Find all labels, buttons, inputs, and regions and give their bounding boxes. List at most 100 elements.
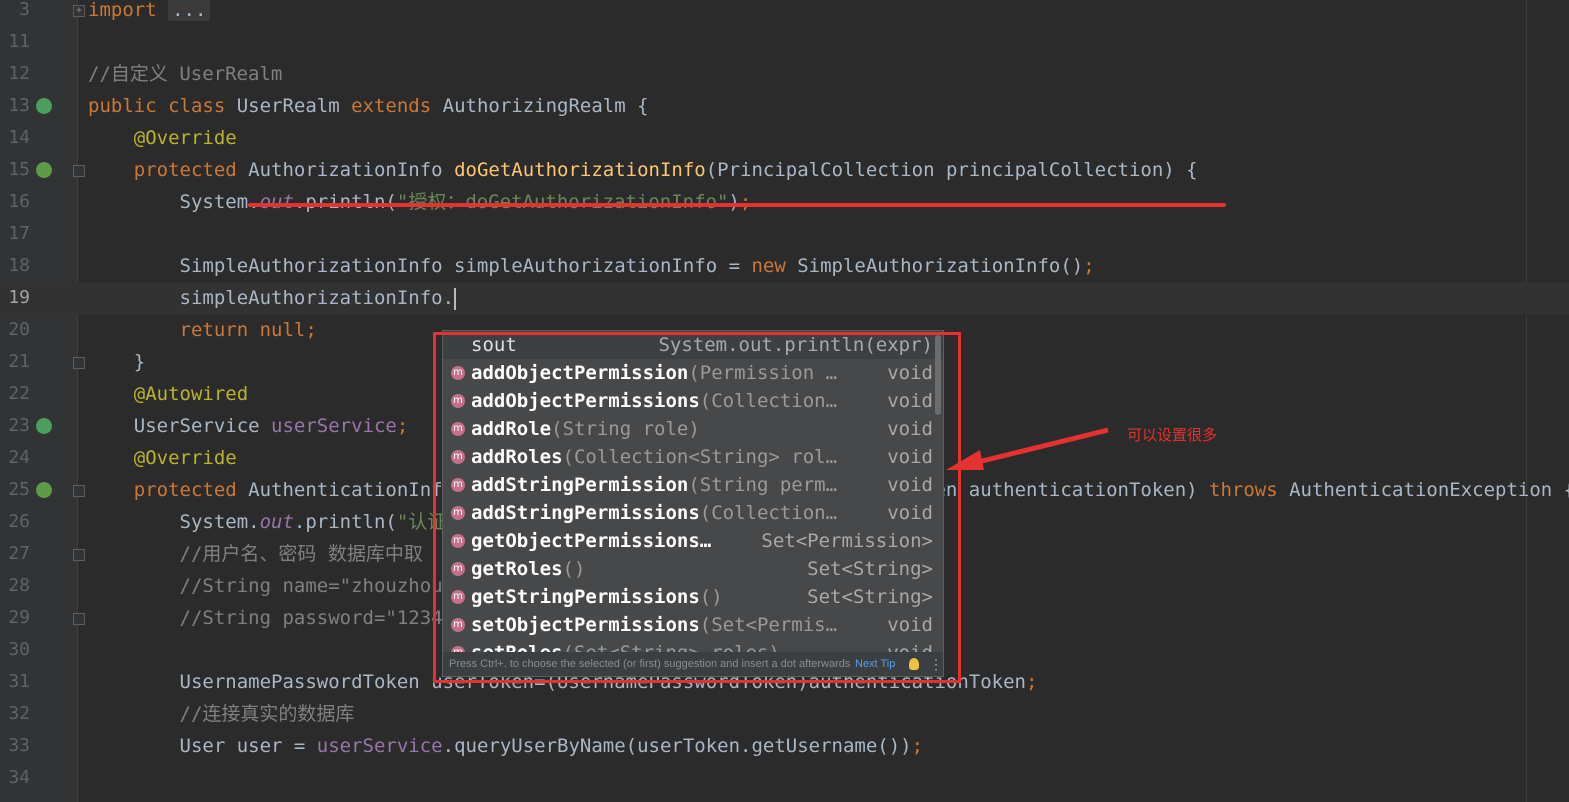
code-text: SimpleAuthorizationInfo simpleAuthorizat… — [88, 250, 1095, 282]
code-token: ; — [911, 735, 924, 757]
line-number: 19 — [8, 287, 30, 308]
code-token: SimpleAuthorizationInfo() — [797, 255, 1084, 277]
line-number: 14 — [8, 127, 30, 148]
line-number: 12 — [8, 63, 30, 84]
line-number: 11 — [8, 31, 30, 52]
line-number: 25 — [8, 479, 30, 500]
code-line[interactable]: 18 SimpleAuthorizationInfo simpleAuthori… — [0, 250, 1569, 282]
code-text: protected AuthorizationInfo doGetAuthori… — [88, 154, 1198, 186]
line-number: 30 — [8, 639, 30, 660]
line-number: 32 — [8, 703, 30, 724]
code-text: System.out.println("授权：doGetAuthorizatio… — [88, 186, 752, 218]
code-text: //用户名、密码 数据库中取 — [88, 538, 423, 570]
annotation-box — [433, 332, 961, 683]
code-token: ; — [1083, 255, 1095, 277]
code-text: //连接真实的数据库 — [88, 698, 355, 730]
code-text: //自定义 UserRealm — [88, 58, 282, 90]
fold-icon[interactable] — [73, 485, 85, 497]
code-token: ; — [739, 191, 752, 213]
code-text: import ... — [88, 0, 211, 26]
code-line[interactable]: 11 — [0, 26, 1569, 58]
code-token: (PrincipalCollection principalCollection… — [705, 159, 1198, 181]
code-text: simpleAuthorizationInfo. — [88, 282, 457, 314]
code-token: //自定义 UserRealm — [88, 63, 283, 85]
class-run-icon[interactable] — [36, 98, 52, 114]
code-token: throws — [1209, 479, 1290, 501]
code-line[interactable]: 16 System.out.println("授权：doGetAuthoriza… — [0, 186, 1569, 218]
code-token: out — [259, 191, 294, 213]
code-token: "授权：doGetAuthorizationInfo" — [396, 191, 729, 213]
line-number: 24 — [8, 447, 30, 468]
code-line[interactable]: 34 — [0, 762, 1569, 794]
line-number: 20 — [8, 319, 30, 340]
code-token: //连接真实的数据库 — [88, 703, 355, 725]
code-token: @Autowired — [133, 383, 249, 405]
arrow-shaft — [969, 427, 1109, 467]
line-number: 34 — [8, 767, 30, 788]
fold-icon[interactable]: + — [73, 5, 85, 17]
line-number: 17 — [8, 223, 30, 244]
code-line[interactable]: 32 //连接真实的数据库 — [0, 698, 1569, 730]
code-text: } — [88, 346, 145, 378]
annotation-arrow-icon — [946, 427, 1109, 470]
code-token: AuthorizingRealm { — [442, 95, 649, 117]
code-token: @Override — [133, 447, 237, 469]
code-line[interactable]: 15 protected AuthorizationInfo doGetAuth… — [0, 154, 1569, 186]
code-line[interactable]: 3 + import ... — [0, 0, 1569, 26]
code-line[interactable]: 13 public class UserRealm extends Authori… — [0, 90, 1569, 122]
code-token: //String name="zhouzhou"; — [88, 575, 466, 597]
override-icon[interactable] — [36, 482, 52, 498]
code-token: .queryUserByName(userToken.getUsername()… — [442, 735, 912, 757]
fold-icon[interactable] — [73, 549, 85, 561]
code-token: doGetAuthorizationInfo — [454, 159, 706, 181]
fold-icon[interactable] — [73, 165, 85, 177]
autowired-icon[interactable] — [36, 418, 52, 434]
code-token: UserService — [88, 415, 272, 437]
code-text: UserService userService; — [88, 410, 409, 442]
code-line[interactable]: 19 simpleAuthorizationInfo. — [0, 282, 1569, 314]
line-number: 15 — [8, 159, 30, 180]
fold-icon[interactable] — [73, 357, 85, 369]
code-line[interactable]: 17 — [0, 218, 1569, 250]
code-text: @Override — [88, 122, 237, 154]
code-text: //String name="zhouzhou"; — [88, 570, 466, 602]
code-token: System. — [88, 511, 260, 533]
line-number: 23 — [8, 415, 30, 436]
code-line[interactable]: 14 @Override — [0, 122, 1569, 154]
code-token: public class — [88, 95, 237, 117]
code-token: userService — [316, 735, 443, 757]
text-caret — [454, 287, 457, 310]
code-token: out — [259, 511, 294, 533]
code-line[interactable]: 33 User user = userService.queryUserByNa… — [0, 730, 1569, 762]
code-token: User user = — [88, 735, 317, 757]
code-token: protected — [133, 159, 249, 181]
annotation-text: 可以设置很多 — [1127, 426, 1218, 444]
code-text: public class UserRealm extends Authorizi… — [88, 90, 649, 122]
code-token: AuthenticationException { — [1289, 479, 1569, 501]
annotation-underline — [248, 203, 1226, 207]
line-number: 28 — [8, 575, 30, 596]
code-token: UserRealm — [236, 95, 352, 117]
code-token: ... — [168, 0, 211, 21]
code-text: return null; — [88, 314, 317, 346]
code-line[interactable]: 12 //自定义 UserRealm — [0, 58, 1569, 90]
override-icon[interactable] — [36, 162, 52, 178]
code-token: .println( — [293, 191, 397, 213]
line-number: 27 — [8, 543, 30, 564]
line-number: 29 — [8, 607, 30, 628]
line-number: 21 — [8, 351, 30, 372]
code-token: extends — [351, 95, 443, 117]
code-token: //String password="123456"; — [88, 607, 489, 629]
code-token: System. — [88, 191, 260, 213]
fold-icon[interactable] — [73, 613, 85, 625]
code-token: @Override — [133, 127, 237, 149]
arrow-head — [946, 450, 984, 470]
code-token: ; — [396, 415, 409, 437]
code-token: AuthorizationInfo — [248, 159, 455, 181]
